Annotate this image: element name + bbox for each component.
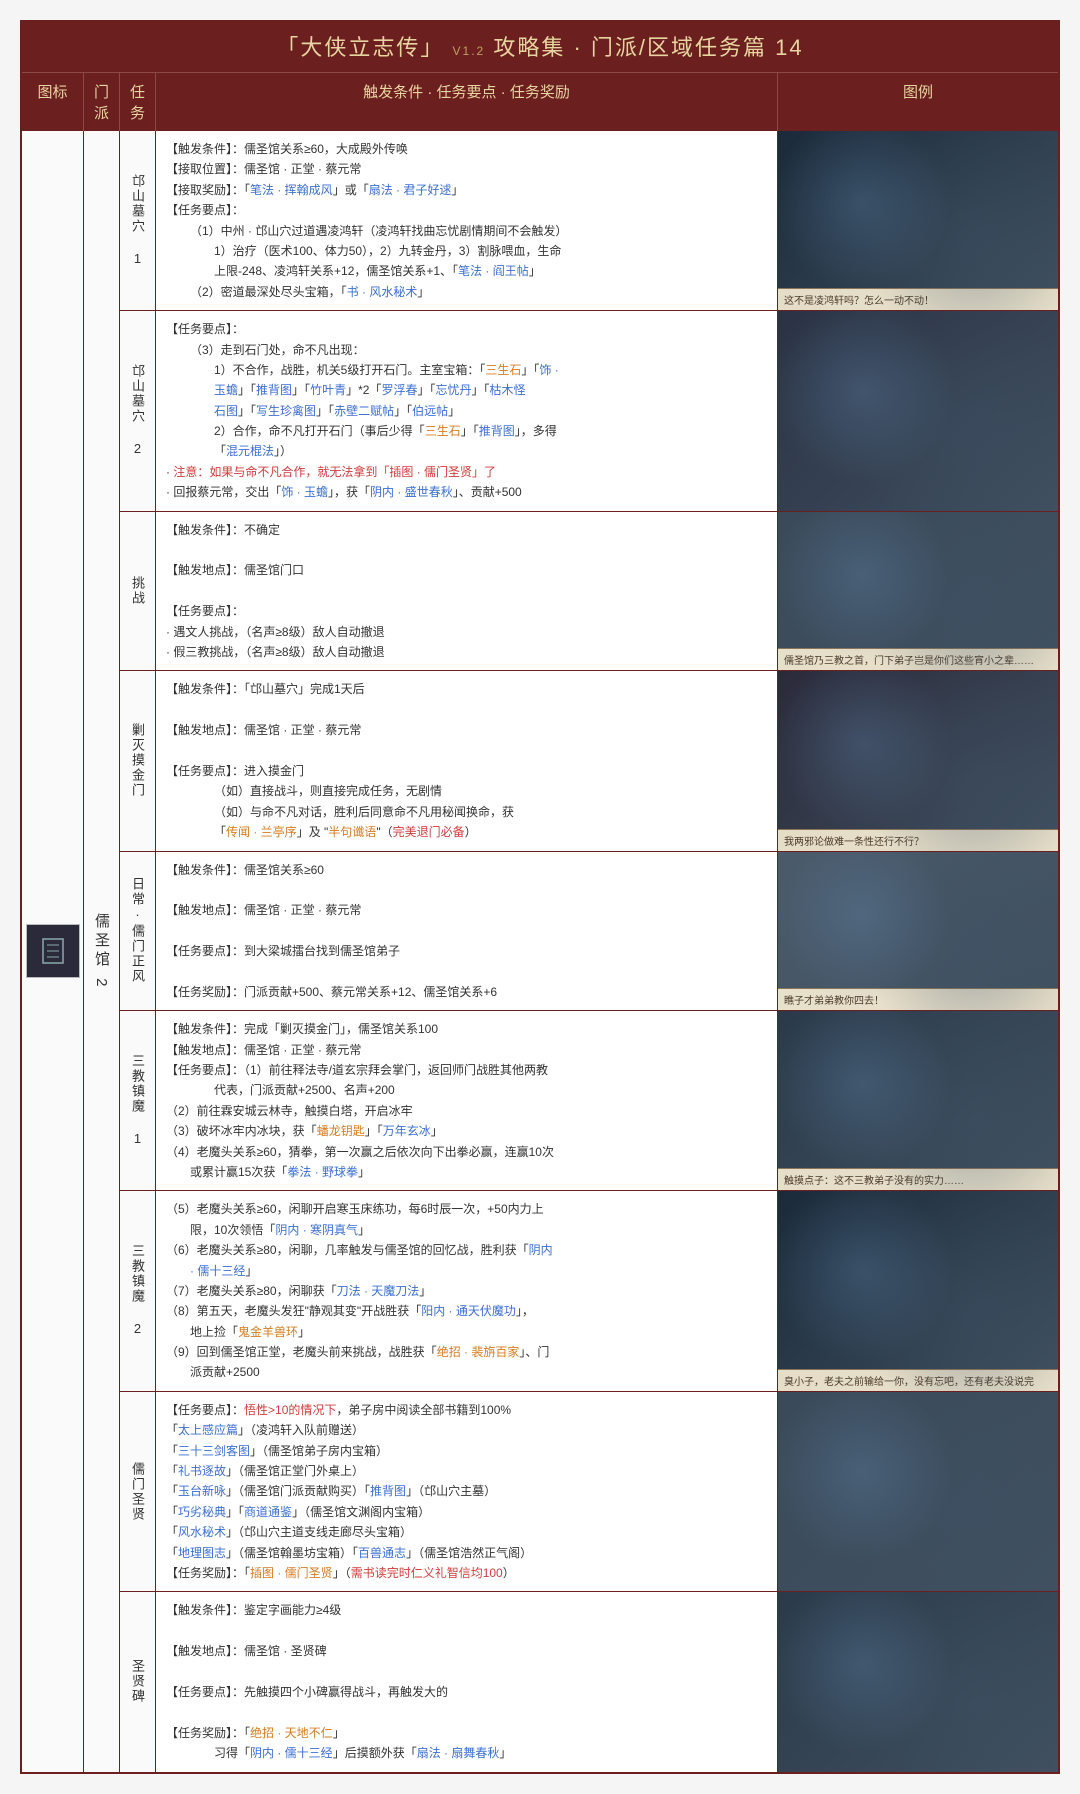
task-row: 圣贤碑【触发条件】：鉴定字画能力≥4级 【触发地点】：儒圣馆 · 圣贤碑 【任务… bbox=[120, 1592, 1058, 1771]
screenshot: 儒圣馆乃三教之首，门下弟子岂是你们这些宵小之辈…… bbox=[778, 512, 1058, 671]
screenshot: 臭小子，老夫之前输给一你，没有忘吧，还有老夫没说完 bbox=[778, 1191, 1058, 1391]
title-sub: 攻略集 · 门派/区域任务篇 14 bbox=[493, 35, 803, 60]
screenshot-caption: 这不是凌鸿轩吗？怎么一动不动！ bbox=[778, 288, 1058, 310]
task-detail: 【任务要点】：（3）走到石门处，命不凡出现：1）不合作，战胜，机关5级打开石门。… bbox=[156, 311, 778, 511]
task-name: 儒门圣贤 bbox=[120, 1392, 156, 1592]
screenshot-caption: 触摸点子：这不三教弟子没有的实力…… bbox=[778, 1168, 1058, 1190]
task-name: 三教镇魔 1 bbox=[120, 1011, 156, 1190]
faction-icon bbox=[26, 924, 80, 978]
header-task: 任务 bbox=[120, 73, 156, 131]
task-row: 三教镇魔 2（5）老魔头关系≥60，闲聊开启寒玉床练功，每6时辰一次，+50内力… bbox=[120, 1191, 1058, 1392]
faction-name: 儒圣馆 2 bbox=[84, 131, 120, 1772]
task-name: 剿灭摸金门 bbox=[120, 671, 156, 850]
task-name: 圣贤碑 bbox=[120, 1592, 156, 1771]
screenshot-caption: 臭小子，老夫之前输给一你，没有忘吧，还有老夫没说完 bbox=[778, 1369, 1058, 1391]
task-row: 邙山墓穴 2【任务要点】：（3）走到石门处，命不凡出现：1）不合作，战胜，机关5… bbox=[120, 311, 1058, 512]
task-detail: 【触发条件】：鉴定字画能力≥4级 【触发地点】：儒圣馆 · 圣贤碑 【任务要点】… bbox=[156, 1592, 778, 1771]
title-main: 「大侠立志传」 bbox=[276, 35, 444, 60]
screenshot bbox=[778, 1592, 1058, 1771]
screenshot-caption: 儒圣馆乃三教之首，门下弟子岂是你们这些宵小之辈…… bbox=[778, 648, 1058, 670]
task-detail: 【触发条件】：「邙山墓穴」完成1天后 【触发地点】：儒圣馆 · 正堂 · 蔡元常… bbox=[156, 671, 778, 850]
title-version: V1.2 bbox=[453, 44, 486, 58]
faction-icon-cell bbox=[22, 131, 84, 1772]
screenshot-caption: 瞧子才弟弟教你四去！ bbox=[778, 988, 1058, 1010]
task-detail: （5）老魔头关系≥60，闲聊开启寒玉床练功，每6时辰一次，+50内力上限，10次… bbox=[156, 1191, 778, 1391]
task-row: 日常·儒门正风【触发条件】：儒圣馆关系≥60 【触发地点】：儒圣馆 · 正堂 ·… bbox=[120, 852, 1058, 1012]
header-image: 图例 bbox=[778, 73, 1058, 131]
header-detail: 触发条件 · 任务要点 · 任务奖励 bbox=[156, 73, 778, 131]
task-detail: 【触发条件】：完成「剿灭摸金门」，儒圣馆关系100【触发地点】：儒圣馆 · 正堂… bbox=[156, 1011, 778, 1190]
tasks-list: 邙山墓穴 1【触发条件】：儒圣馆关系≥60，大成殿外传唤【接取位置】：儒圣馆 ·… bbox=[120, 131, 1058, 1772]
header-icon: 图标 bbox=[22, 73, 84, 131]
task-name: 邙山墓穴 1 bbox=[120, 131, 156, 310]
screenshot bbox=[778, 1392, 1058, 1592]
screenshot: 触摸点子：这不三教弟子没有的实力…… bbox=[778, 1011, 1058, 1190]
task-name: 挑战 bbox=[120, 512, 156, 671]
screenshot: 我两邪论做难一条性还行不行？ bbox=[778, 671, 1058, 850]
task-row: 三教镇魔 1【触发条件】：完成「剿灭摸金门」，儒圣馆关系100【触发地点】：儒圣… bbox=[120, 1011, 1058, 1191]
screenshot-caption: 我两邪论做难一条性还行不行？ bbox=[778, 829, 1058, 851]
column-headers: 图标 门派 任务 触发条件 · 任务要点 · 任务奖励 图例 bbox=[22, 72, 1058, 131]
task-detail: 【触发条件】：儒圣馆关系≥60，大成殿外传唤【接取位置】：儒圣馆 · 正堂 · … bbox=[156, 131, 778, 310]
task-row: 剿灭摸金门【触发条件】：「邙山墓穴」完成1天后 【触发地点】：儒圣馆 · 正堂 … bbox=[120, 671, 1058, 851]
task-row: 挑战【触发条件】：不确定 【触发地点】：儒圣馆门口 【任务要点】：· 遇文人挑战… bbox=[120, 512, 1058, 672]
screenshot bbox=[778, 311, 1058, 511]
header-faction: 门派 bbox=[84, 73, 120, 131]
guide-page: 「大侠立志传」 V1.2 攻略集 · 门派/区域任务篇 14 图标 门派 任务 … bbox=[20, 20, 1060, 1774]
task-name: 邙山墓穴 2 bbox=[120, 311, 156, 511]
screenshot: 这不是凌鸿轩吗？怎么一动不动！ bbox=[778, 131, 1058, 310]
task-row: 儒门圣贤【任务要点】：悟性>10的情况下，弟子房中阅读全部书籍到100%「太上感… bbox=[120, 1392, 1058, 1593]
page-title: 「大侠立志传」 V1.2 攻略集 · 门派/区域任务篇 14 bbox=[22, 22, 1058, 72]
task-detail: 【任务要点】：悟性>10的情况下，弟子房中阅读全部书籍到100%「太上感应篇」（… bbox=[156, 1392, 778, 1592]
task-detail: 【触发条件】：儒圣馆关系≥60 【触发地点】：儒圣馆 · 正堂 · 蔡元常 【任… bbox=[156, 852, 778, 1011]
task-detail: 【触发条件】：不确定 【触发地点】：儒圣馆门口 【任务要点】：· 遇文人挑战，（… bbox=[156, 512, 778, 671]
screenshot: 瞧子才弟弟教你四去！ bbox=[778, 852, 1058, 1011]
task-row: 邙山墓穴 1【触发条件】：儒圣馆关系≥60，大成殿外传唤【接取位置】：儒圣馆 ·… bbox=[120, 131, 1058, 311]
task-name: 日常·儒门正风 bbox=[120, 852, 156, 1011]
task-name: 三教镇魔 2 bbox=[120, 1191, 156, 1391]
body-grid: 儒圣馆 2 邙山墓穴 1【触发条件】：儒圣馆关系≥60，大成殿外传唤【接取位置】… bbox=[22, 131, 1058, 1772]
